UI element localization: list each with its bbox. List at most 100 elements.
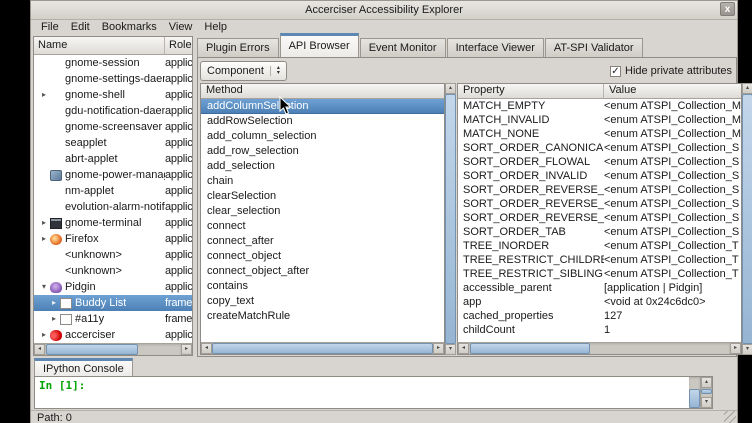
tab-plugin-errors[interactable]: Plugin Errors xyxy=(197,38,279,57)
property-row[interactable]: cached_properties127 xyxy=(458,309,741,323)
scrollbar-track[interactable] xyxy=(212,343,433,354)
property-row[interactable]: TREE_RESTRICT_SIBLING<enum ATSPI_Collect… xyxy=(458,267,741,281)
scroll-down-icon[interactable]: ▾ xyxy=(701,397,712,408)
scrollbar-thumb[interactable] xyxy=(689,389,700,408)
method-vertical-scrollbar[interactable]: ▴ ▾ xyxy=(445,83,456,355)
method-item[interactable]: contains xyxy=(201,279,444,294)
scrollbar-thumb[interactable] xyxy=(742,94,752,344)
tree-row[interactable]: gnome-settings-daemonapplic xyxy=(34,71,192,87)
scroll-right-icon[interactable]: ▸ xyxy=(181,344,192,355)
tree-row[interactable]: ▸Firefoxapplic xyxy=(34,231,192,247)
scroll-up-icon[interactable]: ▴ xyxy=(445,83,456,94)
method-item[interactable]: add_column_selection xyxy=(201,129,444,144)
method-item[interactable]: createMatchRule xyxy=(201,309,444,324)
property-row[interactable]: accessible_parent[application | Pidgin] xyxy=(458,281,741,295)
property-column-header[interactable]: Property xyxy=(458,84,604,98)
scrollbar-thumb[interactable] xyxy=(212,343,433,354)
menu-view[interactable]: View xyxy=(163,20,199,35)
scrollbar-track[interactable] xyxy=(445,94,456,344)
scrollbar-track[interactable] xyxy=(689,377,700,408)
expander-collapsed-icon[interactable]: ▸ xyxy=(48,311,60,327)
tree-row[interactable]: ▾Pidginapplic xyxy=(34,279,192,295)
scroll-left-icon[interactable]: ◂ xyxy=(34,344,45,355)
tree-horizontal-scrollbar[interactable]: ◂ ▸ xyxy=(34,343,192,355)
scroll-up-icon[interactable]: ▴ xyxy=(701,377,712,388)
property-horizontal-scrollbar[interactable]: ◂ ▸ xyxy=(458,342,741,354)
scroll-down-icon[interactable]: ▾ xyxy=(742,344,752,355)
tree-row[interactable]: <unknown>applic xyxy=(34,247,192,263)
expander-collapsed-icon[interactable]: ▸ xyxy=(38,87,50,103)
property-row[interactable]: childCount1 xyxy=(458,323,741,337)
console-inner-scrollbar[interactable] xyxy=(689,377,700,408)
console-outer-scrollbar[interactable]: ▴ ▾ xyxy=(700,377,712,408)
scroll-right-icon[interactable]: ▸ xyxy=(433,343,444,354)
scroll-up-icon[interactable]: ▴ xyxy=(742,83,752,94)
tab-event-monitor[interactable]: Event Monitor xyxy=(360,38,446,57)
scroll-down-icon[interactable]: ▾ xyxy=(445,344,456,355)
property-row[interactable]: TREE_INORDER<enum ATSPI_Collection_T xyxy=(458,239,741,253)
tree-row[interactable]: ▸gnome-shellapplic xyxy=(34,87,192,103)
expander-expanded-icon[interactable]: ▾ xyxy=(38,279,50,295)
tab-api-browser[interactable]: API Browser xyxy=(280,33,359,57)
method-horizontal-scrollbar[interactable]: ◂ ▸ xyxy=(201,342,444,354)
method-column-header[interactable]: Method xyxy=(201,84,444,98)
scrollbar-track[interactable] xyxy=(469,343,730,354)
interface-combobox[interactable]: Component ▴▾ xyxy=(200,61,287,81)
tree-row[interactable]: abrt-appletapplic xyxy=(34,151,192,167)
tree-row[interactable]: ▸gnome-terminalapplic xyxy=(34,215,192,231)
property-row[interactable]: SORT_ORDER_FLOWAL<enum ATSPI_Collection_… xyxy=(458,155,741,169)
menu-bookmarks[interactable]: Bookmarks xyxy=(96,20,163,35)
tab-at-spi-validator[interactable]: AT-SPI Validator xyxy=(545,38,643,57)
scrollbar-track[interactable] xyxy=(45,344,181,355)
tab-interface-viewer[interactable]: Interface Viewer xyxy=(447,38,544,57)
tree-row[interactable]: gnome-screensaverapplic xyxy=(34,119,192,135)
tree-row[interactable]: nm-appletapplic xyxy=(34,183,192,199)
menu-help[interactable]: Help xyxy=(198,20,233,35)
property-row[interactable]: MATCH_NONE<enum ATSPI_Collection_M xyxy=(458,127,741,141)
method-item[interactable]: add_selection xyxy=(201,159,444,174)
name-column-header[interactable]: Name xyxy=(34,37,165,54)
expander-collapsed-icon[interactable]: ▸ xyxy=(38,215,50,231)
menu-file[interactable]: File xyxy=(35,20,65,35)
property-row[interactable]: MATCH_EMPTY<enum ATSPI_Collection_M xyxy=(458,99,741,113)
method-item[interactable]: connect xyxy=(201,219,444,234)
scrollbar-track[interactable] xyxy=(742,94,752,344)
scroll-right-icon[interactable]: ▸ xyxy=(730,343,741,354)
method-item[interactable]: add_row_selection xyxy=(201,144,444,159)
expander-collapsed-icon[interactable]: ▸ xyxy=(38,231,50,247)
property-vertical-scrollbar[interactable]: ▴ ▾ xyxy=(742,83,752,355)
tree-row[interactable]: ▸#a11yframe xyxy=(34,311,192,327)
scrollbar-track[interactable] xyxy=(701,388,712,397)
method-item[interactable]: addRowSelection xyxy=(201,114,444,129)
value-column-header[interactable]: Value xyxy=(604,84,741,98)
expander-collapsed-icon[interactable]: ▸ xyxy=(48,295,60,311)
tree-row[interactable]: gnome-sessionapplic xyxy=(34,55,192,71)
console-input[interactable]: In [1]: xyxy=(35,377,689,408)
checkbox-checked-icon[interactable]: ✓ xyxy=(610,66,621,77)
tree-row[interactable]: ▸Buddy Listframe xyxy=(34,295,192,311)
method-item[interactable]: copy_text xyxy=(201,294,444,309)
method-item[interactable]: connect_after xyxy=(201,234,444,249)
tree-row[interactable]: gdu-notification-daemonapplic xyxy=(34,103,192,119)
property-row[interactable]: app<void at 0x24c6dc0> xyxy=(458,295,741,309)
property-row[interactable]: SORT_ORDER_TAB<enum ATSPI_Collection_S xyxy=(458,225,741,239)
method-item[interactable]: clearSelection xyxy=(201,189,444,204)
tree-row[interactable]: gnome-power-managerapplic xyxy=(34,167,192,183)
menu-edit[interactable]: Edit xyxy=(65,20,96,35)
method-item[interactable]: addColumnSelection xyxy=(201,99,444,114)
scroll-left-icon[interactable]: ◂ xyxy=(458,343,469,354)
expander-collapsed-icon[interactable]: ▸ xyxy=(38,327,50,343)
scrollbar-thumb[interactable] xyxy=(46,344,138,355)
method-item[interactable]: clear_selection xyxy=(201,204,444,219)
property-row[interactable]: SORT_ORDER_REVERSE_FLOW<enum ATSPI_Colle… xyxy=(458,197,741,211)
role-column-header[interactable]: Role xyxy=(165,37,192,54)
property-row[interactable]: SORT_ORDER_REVERSE_CANONICAL<enum ATSPI_… xyxy=(458,183,741,197)
tree-row[interactable]: seappletapplic xyxy=(34,135,192,151)
tab-ipython-console[interactable]: IPython Console xyxy=(34,358,133,376)
hide-private-attributes[interactable]: ✓ Hide private attributes xyxy=(610,65,734,77)
method-item[interactable]: connect_object_after xyxy=(201,264,444,279)
property-row[interactable]: TREE_RESTRICT_CHILDREN<enum ATSPI_Collec… xyxy=(458,253,741,267)
method-item[interactable]: chain xyxy=(201,174,444,189)
property-row[interactable]: SORT_ORDER_INVALID<enum ATSPI_Collection… xyxy=(458,169,741,183)
tree-row[interactable]: ▸accerciserapplic xyxy=(34,327,192,343)
